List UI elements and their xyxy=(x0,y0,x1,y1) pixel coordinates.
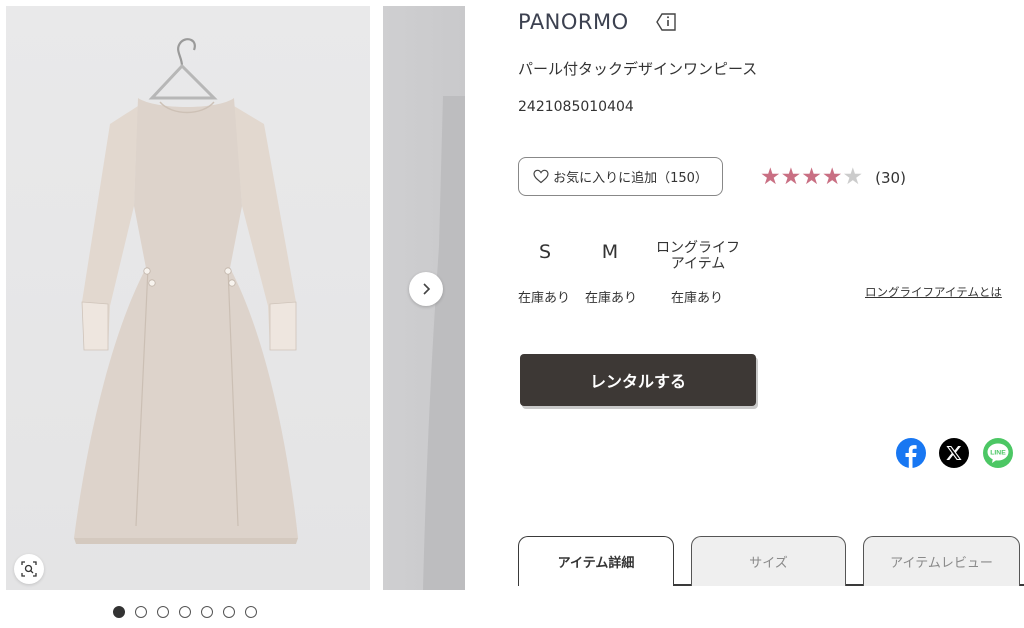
add-to-favorites-label: お気に入りに追加（150） xyxy=(553,171,708,186)
x-icon xyxy=(946,445,962,461)
image-pagination xyxy=(113,606,257,620)
star-filled-icon: ★ xyxy=(801,164,822,190)
size-label-line2: アイテム xyxy=(670,256,726,272)
add-to-favorites-button[interactable]: お気に入りに追加（150） xyxy=(518,157,723,196)
chevron-right-icon xyxy=(423,283,431,295)
stock-status-longlife: 在庫あり xyxy=(671,291,724,306)
size-option-m[interactable]: M xyxy=(595,241,625,263)
product-name: パール付タックデザインワンピース xyxy=(518,60,758,78)
heart-icon xyxy=(533,169,549,184)
share-x-button[interactable] xyxy=(939,438,969,468)
pagination-dot[interactable] xyxy=(157,606,169,618)
size-label: M xyxy=(601,241,619,263)
pagination-dot[interactable] xyxy=(113,606,125,618)
rent-button[interactable]: レンタルする xyxy=(520,354,756,406)
stock-status-s: 在庫あり xyxy=(518,291,571,306)
rating-count: (30) xyxy=(875,168,906,187)
star-filled-icon: ★ xyxy=(760,164,781,190)
pagination-dot[interactable] xyxy=(179,606,191,618)
share-line-button[interactable]: LINE xyxy=(983,438,1013,468)
next-image-button[interactable] xyxy=(409,272,443,306)
product-code: 2421085010404 xyxy=(518,99,634,115)
pagination-dot[interactable] xyxy=(135,606,147,618)
size-option-s[interactable]: S xyxy=(530,241,560,263)
brand-name[interactable]: PANORMO xyxy=(518,10,629,34)
pagination-dot[interactable] xyxy=(245,606,257,618)
rating-stars: ★★★★★ xyxy=(760,166,863,189)
zoom-button[interactable] xyxy=(14,554,44,584)
tab-size[interactable]: サイズ xyxy=(691,536,846,586)
pagination-dot[interactable] xyxy=(201,606,213,618)
size-label: S xyxy=(538,241,552,263)
dress-photo xyxy=(74,38,298,544)
facebook-icon xyxy=(905,445,917,468)
star-empty-icon: ★ xyxy=(842,164,864,190)
zoom-icon xyxy=(21,561,37,577)
tab-item-reviews[interactable]: アイテムレビュー xyxy=(863,536,1020,586)
longlife-info-link[interactable]: ロングライフアイテムとは xyxy=(865,284,1002,300)
star-filled-icon: ★ xyxy=(821,164,843,190)
line-icon: LINE xyxy=(987,443,1009,463)
size-option-longlife[interactable]: ロングライフ アイテム xyxy=(646,240,750,272)
main-product-image[interactable] xyxy=(6,6,370,590)
brand-info-icon[interactable] xyxy=(655,12,677,32)
size-label-line1: ロングライフ xyxy=(656,240,740,256)
rating[interactable]: ★★★★★ (30) xyxy=(760,166,906,189)
pagination-dot[interactable] xyxy=(223,606,235,618)
star-filled-icon: ★ xyxy=(780,164,802,190)
tab-item-details[interactable]: アイテム詳細 xyxy=(518,536,674,586)
stock-status-m: 在庫あり xyxy=(585,291,638,306)
line-logo-text: LINE xyxy=(990,450,1006,457)
share-facebook-button[interactable] xyxy=(896,438,926,468)
brand-row: PANORMO xyxy=(518,10,677,34)
